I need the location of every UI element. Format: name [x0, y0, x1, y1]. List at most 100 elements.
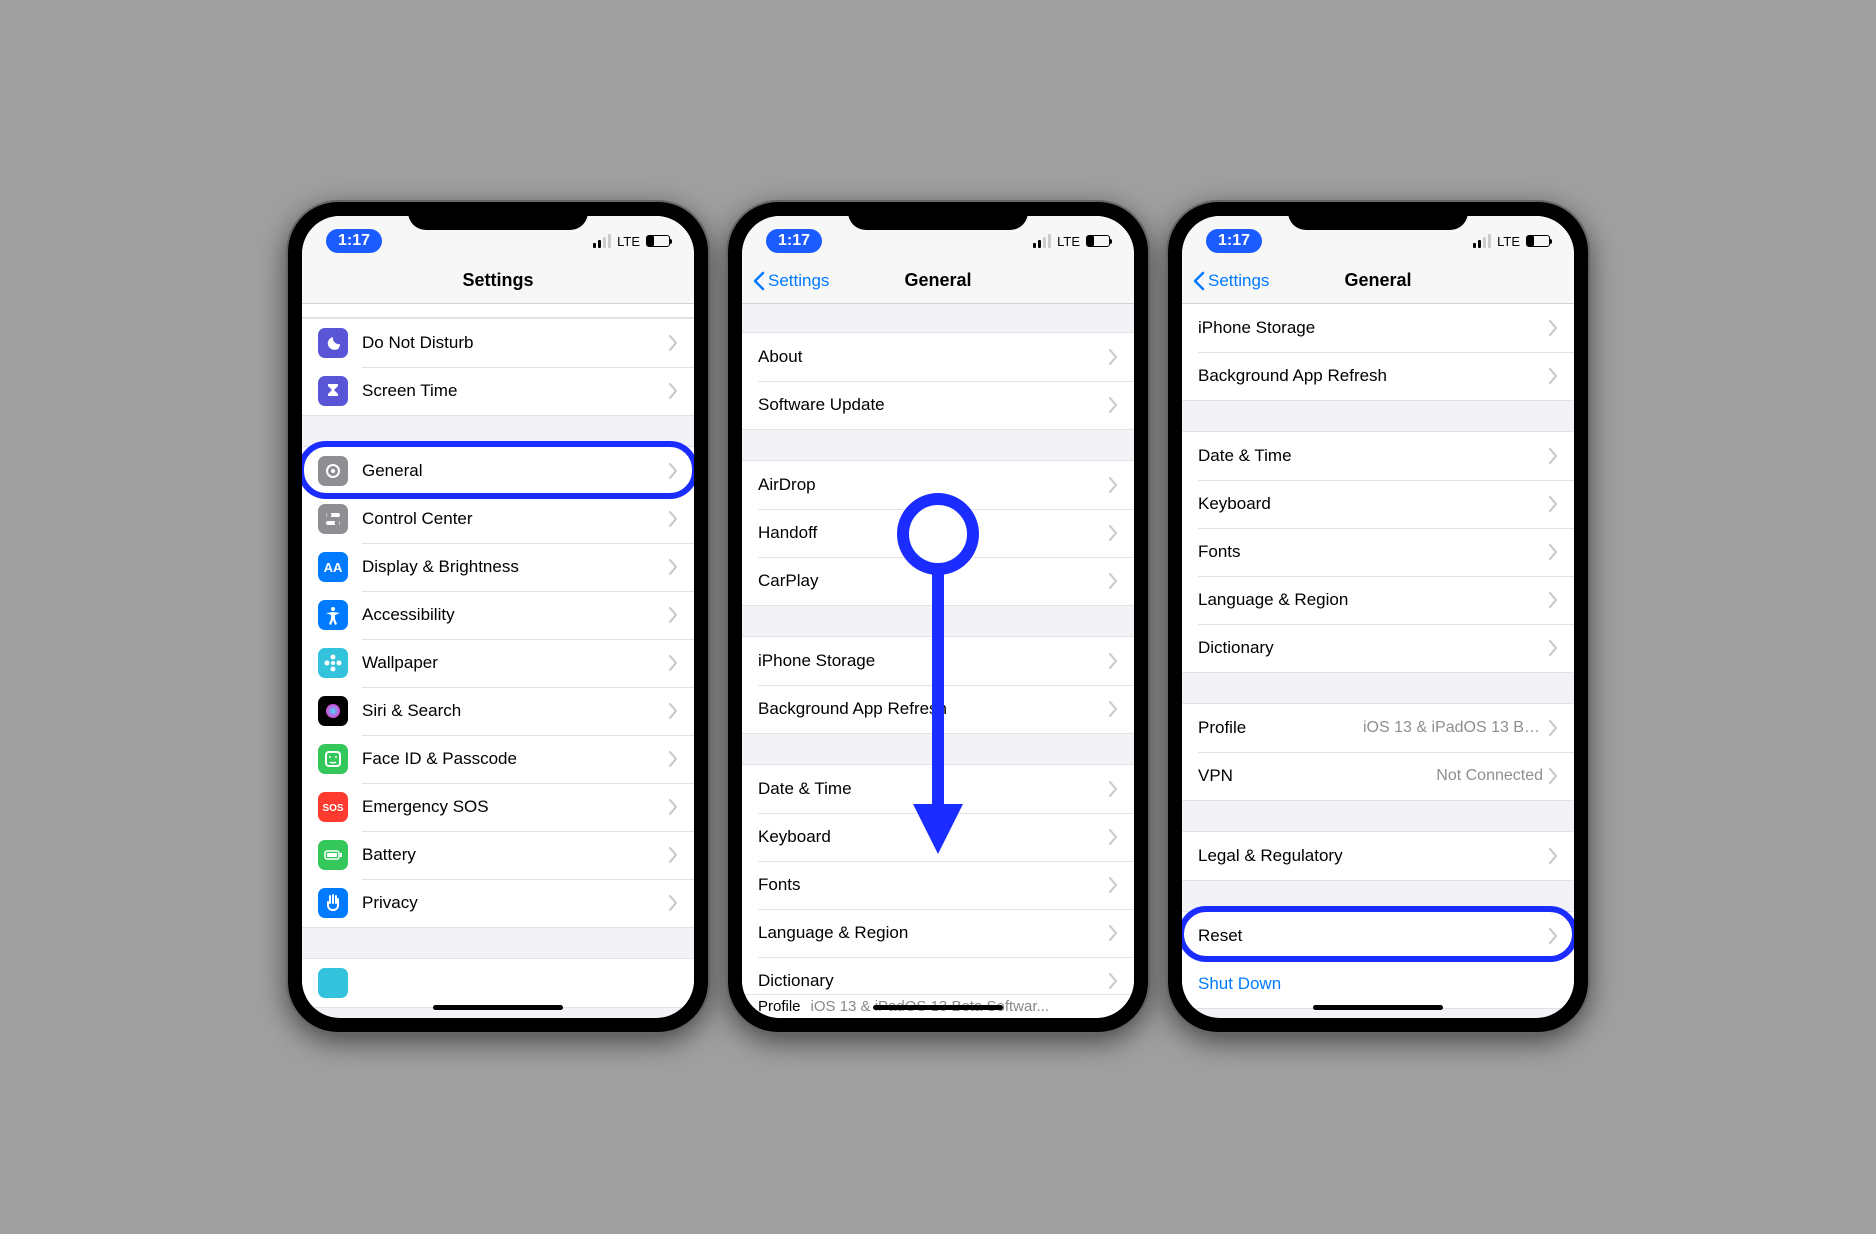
chevron-right-icon [1549, 368, 1558, 384]
cellular-signal-icon [1033, 234, 1051, 248]
back-label: Settings [768, 271, 829, 291]
page-title: Settings [302, 270, 694, 291]
general-row-shut-down[interactable]: Shut Down [1182, 960, 1574, 1008]
chevron-right-icon [1109, 525, 1118, 541]
settings-row-screen-time[interactable]: Screen Time [302, 367, 694, 415]
settings-row-control-center[interactable]: Control Center [302, 495, 694, 543]
chevron-right-icon [1109, 829, 1118, 845]
general-content[interactable]: About Software Update AirDropHandoff CarPl… [742, 304, 1134, 1018]
cellular-signal-icon [593, 234, 611, 248]
settings-row-wallpaper[interactable]: Wallpaper [302, 639, 694, 687]
settings-row-privacy[interactable]: Privacy [302, 879, 694, 927]
settings-row-display-brightness[interactable]: AADisplay & Brightness [302, 543, 694, 591]
row-label: Control Center [362, 509, 669, 529]
general-row-language-region[interactable]: Language & Region [742, 909, 1134, 957]
network-label: LTE [617, 234, 640, 249]
settings-row-emergency-sos[interactable]: SOSEmergency SOS [302, 783, 694, 831]
row-label: About [758, 347, 1109, 367]
row-label: CarPlay [758, 571, 1109, 591]
row-detail: Not Connected [1436, 767, 1543, 785]
general-row-fonts[interactable]: Fonts [1182, 528, 1574, 576]
general-row-keyboard[interactable]: Keyboard [1182, 480, 1574, 528]
settings-row-general[interactable]: General [302, 447, 694, 495]
svg-text:AA: AA [324, 560, 343, 575]
row-label: Language & Region [758, 923, 1109, 943]
row-label: Date & Time [758, 779, 1109, 799]
battery-icon [1086, 235, 1110, 247]
chevron-right-icon [1109, 349, 1118, 365]
general-row-date-time[interactable]: Date & Time [742, 765, 1134, 813]
battery-icon [1526, 235, 1550, 247]
row-label: VPN [1198, 766, 1436, 786]
settings-content[interactable]: Do Not DisturbScreen Time General Control… [302, 304, 694, 1018]
row-label: Software Update [758, 395, 1109, 415]
chevron-right-icon [1549, 320, 1558, 336]
general-row-handoff[interactable]: Handoff [742, 509, 1134, 557]
general-content-scrolled[interactable]: iPhone Storage Background App Refresh Dat… [1182, 304, 1574, 1018]
general-row-about[interactable]: About [742, 333, 1134, 381]
chevron-right-icon [669, 799, 678, 815]
general-row-iphone-storage[interactable]: iPhone Storage [742, 637, 1134, 685]
home-indicator[interactable] [1313, 1005, 1443, 1010]
general-row-vpn[interactable]: VPNNot Connected [1182, 752, 1574, 800]
siri-icon [318, 696, 348, 726]
back-button[interactable]: Settings [752, 271, 829, 291]
back-button[interactable]: Settings [1192, 271, 1269, 291]
status-time-pill[interactable]: 1:17 [766, 229, 822, 253]
general-row-airdrop[interactable]: AirDrop [742, 461, 1134, 509]
nav-bar: Settings General [742, 258, 1134, 304]
home-indicator[interactable] [873, 1005, 1003, 1010]
status-time-pill[interactable]: 1:17 [1206, 229, 1262, 253]
general-row-language-region[interactable]: Language & Region [1182, 576, 1574, 624]
general-row-keyboard[interactable]: Keyboard [742, 813, 1134, 861]
chevron-right-icon [669, 751, 678, 767]
battery-icon [318, 840, 348, 870]
general-row-dictionary[interactable]: Dictionary [1182, 624, 1574, 672]
row-label: Shut Down [1198, 974, 1558, 994]
chevron-right-icon [1109, 573, 1118, 589]
general-row-software-update[interactable]: Software Update [742, 381, 1134, 429]
row-label: Background App Refresh [758, 699, 1109, 719]
general-row-reset[interactable]: Reset [1182, 912, 1574, 960]
chevron-right-icon [1549, 720, 1558, 736]
general-row-background-app-refresh[interactable]: Background App Refresh [742, 685, 1134, 733]
general-row-carplay[interactable]: CarPlay [742, 557, 1134, 605]
row-label: Accessibility [362, 605, 669, 625]
settings-row-face-id-passcode[interactable]: Face ID & Passcode [302, 735, 694, 783]
row-label: Date & Time [1198, 446, 1549, 466]
chevron-right-icon [669, 559, 678, 575]
gear-icon [318, 456, 348, 486]
general-row-profile[interactable]: ProfileiOS 13 & iPadOS 13 Beta Softwar..… [1182, 704, 1574, 752]
general-row-iphone-storage[interactable]: iPhone Storage [1182, 304, 1574, 352]
status-time-pill[interactable]: 1:17 [326, 229, 382, 253]
general-row-date-time[interactable]: Date & Time [1182, 432, 1574, 480]
row-label: Keyboard [758, 827, 1109, 847]
row-label: Emergency SOS [362, 797, 669, 817]
phone-general-bottom: 1:17 LTE Settings General iPhone Storage… [1168, 202, 1588, 1032]
row-label: Language & Region [1198, 590, 1549, 610]
settings-row-battery[interactable]: Battery [302, 831, 694, 879]
general-row-legal-regulatory[interactable]: Legal & Regulatory [1182, 832, 1574, 880]
moon-icon [318, 328, 348, 358]
row-label: iPhone Storage [758, 651, 1109, 671]
row-label: Profile [1198, 718, 1363, 738]
settings-row-accessibility[interactable]: Accessibility [302, 591, 694, 639]
home-indicator[interactable] [433, 1005, 563, 1010]
chevron-right-icon [669, 703, 678, 719]
switches-icon [318, 504, 348, 534]
general-row-background-app-refresh[interactable]: Background App Refresh [1182, 352, 1574, 400]
hand-icon [318, 888, 348, 918]
chevron-right-icon [669, 895, 678, 911]
chevron-right-icon [1109, 477, 1118, 493]
row-label: Fonts [1198, 542, 1549, 562]
settings-row-do-not-disturb[interactable]: Do Not Disturb [302, 319, 694, 367]
row-label: Battery [362, 845, 669, 865]
cellular-signal-icon [1473, 234, 1491, 248]
general-row-fonts[interactable]: Fonts [742, 861, 1134, 909]
row-label: General [362, 461, 669, 481]
row-label: Privacy [362, 893, 669, 913]
chevron-right-icon [1549, 768, 1558, 784]
settings-row-siri-search[interactable]: Siri & Search [302, 687, 694, 735]
row-label: Background App Refresh [1198, 366, 1549, 386]
chevron-right-icon [669, 607, 678, 623]
